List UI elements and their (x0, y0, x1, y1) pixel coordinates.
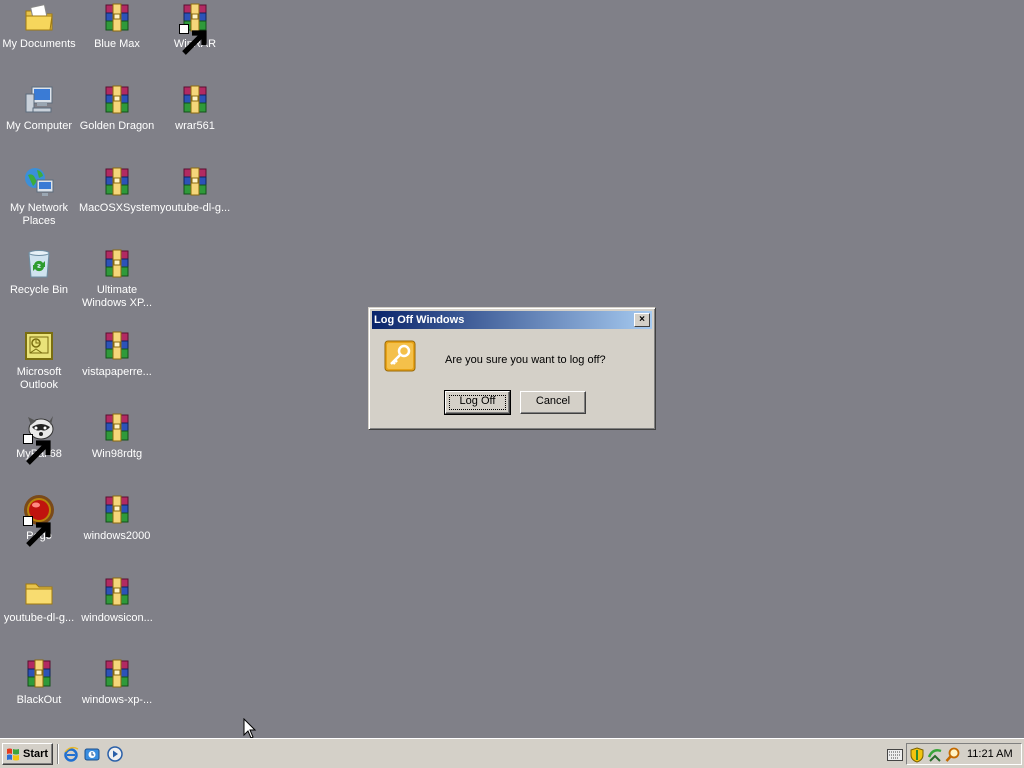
desktop-icon-ultimate-windows-xp[interactable]: Ultimate Windows XP... (78, 248, 156, 310)
desktop-icon-vistapaperre[interactable]: vistapaperre... (78, 330, 156, 379)
desktop-icon-blackout[interactable]: BlackOut (0, 658, 78, 707)
winrar-archive-icon (179, 2, 211, 55)
key-icon (384, 340, 416, 372)
start-label: Start (23, 748, 49, 760)
recycle-bin-icon (23, 248, 55, 280)
cancel-button-label: Cancel (535, 395, 571, 407)
desktop-icon-windows-xp[interactable]: windows-xp-... (78, 658, 156, 707)
desktop-icon-my-computer[interactable]: My Computer (0, 84, 78, 133)
desktop-icon-pego[interactable]: Pego (0, 494, 78, 547)
winrar-archive-icon (179, 166, 211, 198)
media-player-icon[interactable] (107, 746, 123, 762)
desktop-icon-golden-dragon[interactable]: Golden Dragon (78, 84, 156, 133)
system-tray: 11:21 AM (906, 743, 1022, 765)
desktop-icon-blue-max[interactable]: Blue Max (78, 2, 156, 51)
network-places-icon (23, 166, 55, 198)
winrar-archive-icon (101, 412, 133, 444)
desktop-icon-win98rdtg[interactable]: Win98rdtg (78, 412, 156, 461)
shortcut-arrow-icon (23, 516, 51, 547)
start-button[interactable]: Start (2, 743, 53, 765)
log-off-dialog: Log Off Windows × Are you sure you want … (368, 307, 656, 430)
desktop-icon-windowsicon[interactable]: windowsicon... (78, 576, 156, 625)
cancel-button[interactable]: Cancel (520, 391, 586, 414)
folder-icon (23, 576, 55, 608)
shortcut-arrow-icon (179, 24, 207, 55)
desktop-icon-windows2000[interactable]: windows2000 (78, 494, 156, 543)
focus-rectangle (449, 395, 506, 410)
clock[interactable]: 11:21 AM (967, 748, 1013, 760)
windows-flag-icon (6, 747, 20, 761)
mypal-raccoon-icon (23, 412, 55, 465)
network-icon[interactable] (927, 747, 943, 763)
desktop-icon-microsoft-outlook[interactable]: Microsoft Outlook (0, 330, 78, 392)
computer-icon (23, 84, 55, 116)
desktop-icon-winrar[interactable]: WinRAR (156, 2, 234, 55)
outlook-express-icon[interactable] (84, 746, 100, 762)
shortcut-arrow-icon (23, 434, 51, 465)
close-icon: × (639, 314, 645, 325)
winrar-installer-icon (179, 84, 211, 116)
winrar-archive-icon (101, 166, 133, 198)
winrar-archive-icon (101, 84, 133, 116)
pego-red-orb-icon (23, 494, 55, 547)
winrar-archive-icon (101, 248, 133, 280)
dialog-titlebar[interactable]: Log Off Windows × (372, 311, 652, 329)
desktop-icon-my-documents[interactable]: My Documents (0, 2, 78, 51)
outlook-icon (23, 330, 55, 362)
mouse-cursor-icon (243, 717, 257, 740)
winrar-archive-icon (101, 658, 133, 690)
log-off-button[interactable]: Log Off (444, 390, 511, 415)
winrar-archive-icon (101, 494, 133, 526)
desktop-icon-youtube-dl-archive[interactable]: youtube-dl-g... (156, 166, 234, 215)
taskbar: Start 11:21 AM (0, 738, 1024, 768)
desktop-icon-my-network-places[interactable]: My Network Places (0, 166, 78, 228)
winrar-archive-icon (101, 2, 133, 34)
keyboard-icon[interactable] (887, 749, 903, 761)
dialog-message: Are you sure you want to log off? (445, 354, 606, 366)
winrar-archive-icon (101, 576, 133, 608)
desktop-icon-macosxsystem[interactable]: MacOSXSystem (78, 166, 160, 215)
security-shield-icon[interactable] (909, 747, 925, 763)
quick-launch-separator (57, 744, 59, 764)
desktop-icon-recycle-bin[interactable]: Recycle Bin (0, 248, 78, 297)
winrar-archive-icon (23, 658, 55, 690)
internet-explorer-icon[interactable] (63, 746, 79, 762)
desktop-icon-mypal-68[interactable]: MyPal 68 (0, 412, 78, 465)
desktop-icon-youtube-dl-folder[interactable]: youtube-dl-g... (0, 576, 78, 625)
dialog-title: Log Off Windows (374, 314, 465, 326)
close-button[interactable]: × (634, 313, 650, 327)
desktop-icon-wrar561[interactable]: wrar561 (156, 84, 234, 133)
folder-documents-icon (23, 2, 55, 34)
search-icon[interactable] (945, 747, 961, 763)
winrar-archive-icon (101, 330, 133, 362)
